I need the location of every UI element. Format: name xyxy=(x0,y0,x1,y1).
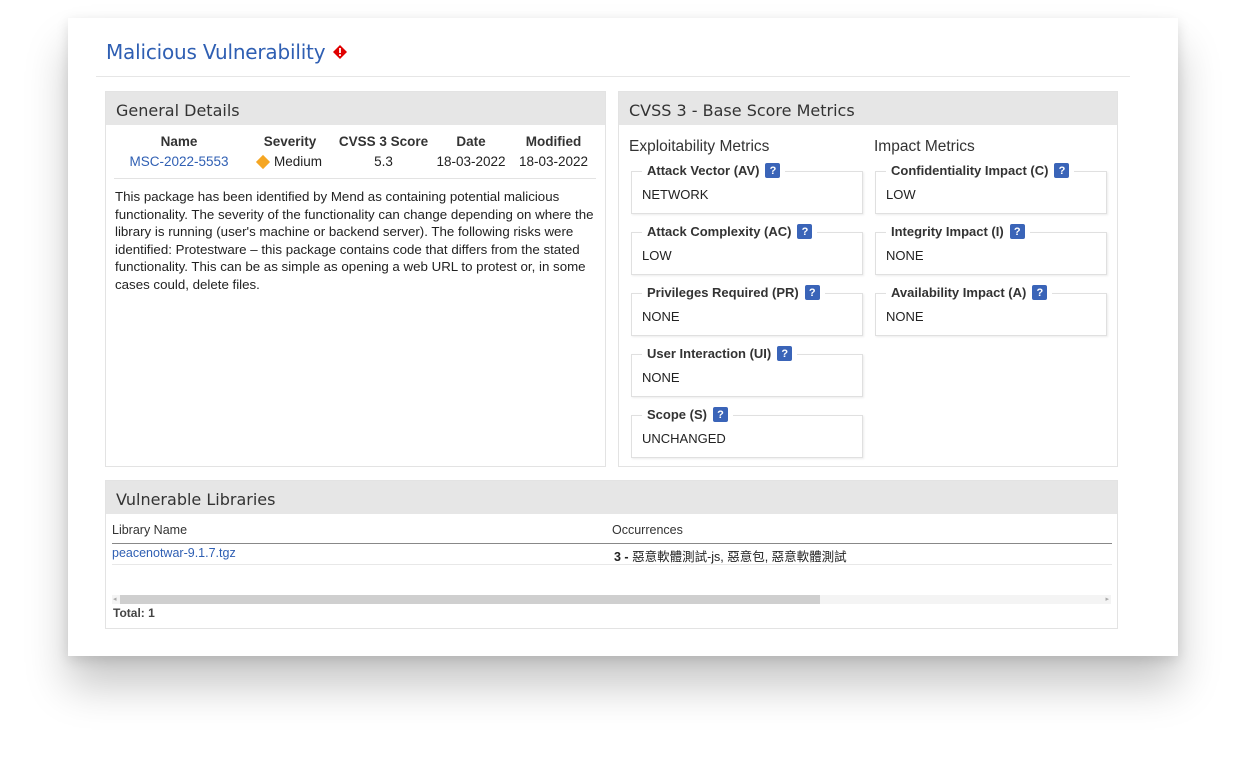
metric-box: Attack Complexity (AC)? LOW xyxy=(631,224,863,275)
metric-label: Scope (S)? xyxy=(642,407,733,422)
details-table: Name Severity CVSS 3 Score Date Modified… xyxy=(114,134,596,179)
exploitability-title: Exploitability Metrics xyxy=(629,138,770,155)
help-icon[interactable]: ? xyxy=(777,346,793,361)
metric-value: NONE xyxy=(642,370,680,385)
metric-box: Privileges Required (PR)? NONE xyxy=(631,285,863,336)
metric-label-text: User Interaction (UI) xyxy=(647,346,772,361)
details-header-row: Name Severity CVSS 3 Score Date Modified xyxy=(114,134,596,149)
metric-box: Confidentiality Impact (C)? LOW xyxy=(875,163,1107,214)
severity-value: Medium xyxy=(273,154,322,169)
help-icon[interactable]: ? xyxy=(712,407,728,422)
table-row: peacenotwar-9.1.7.tgz 3 - 惡意軟體測試-js, 惡意包… xyxy=(112,544,1112,565)
col-library-name[interactable]: Library Name xyxy=(112,523,187,537)
scrollbar-thumb[interactable] xyxy=(120,595,820,604)
metric-label-text: Privileges Required (PR) xyxy=(647,285,799,300)
col-name: Name xyxy=(160,134,198,149)
metric-label: User Interaction (UI)? xyxy=(642,346,798,361)
metric-label-text: Attack Vector (AV) xyxy=(647,163,760,178)
cvss-panel: CVSS 3 - Base Score Metrics Exploitabili… xyxy=(618,91,1118,467)
metric-label: Availability Impact (A)? xyxy=(886,285,1053,300)
title-divider xyxy=(96,76,1130,77)
metric-value: UNCHANGED xyxy=(642,431,726,446)
help-icon[interactable]: ? xyxy=(1009,224,1025,239)
col-cvss-score: CVSS 3 Score xyxy=(338,134,429,149)
occurrences-cell: 3 - 惡意軟體測試-js, 惡意包, 惡意軟體測試 xyxy=(614,546,847,565)
details-value-row: MSC-2022-5553 Medium 5.3 18-03-2022 18-0… xyxy=(114,154,596,179)
cvss-score-value: 5.3 xyxy=(374,154,393,169)
col-modified: Modified xyxy=(525,134,582,149)
scroll-left-icon[interactable]: ◂ xyxy=(113,595,117,604)
metric-box: Scope (S)? UNCHANGED xyxy=(631,407,863,458)
metric-label-text: Integrity Impact (I) xyxy=(891,224,1004,239)
metric-label: Confidentiality Impact (C)? xyxy=(886,163,1075,178)
metric-value: NONE xyxy=(886,248,924,263)
alert-diamond-icon xyxy=(333,45,348,59)
metric-label-text: Confidentiality Impact (C) xyxy=(891,163,1049,178)
metric-value: LOW xyxy=(642,248,672,263)
vulnerability-card: Malicious Vulnerability General Details … xyxy=(68,18,1178,656)
total-count: Total: 1 xyxy=(113,606,155,620)
library-link[interactable]: peacenotwar-9.1.7.tgz xyxy=(112,546,236,560)
title-row: Malicious Vulnerability xyxy=(106,40,348,64)
general-details-panel: General Details Name Severity CVSS 3 Sco… xyxy=(105,91,606,467)
libraries-header-row: Library Name Occurrences xyxy=(112,522,1112,544)
horizontal-scrollbar[interactable]: ◂ ▸ xyxy=(112,595,1111,604)
metric-box: Availability Impact (A)? NONE xyxy=(875,285,1107,336)
help-icon[interactable]: ? xyxy=(1032,285,1048,300)
scroll-right-icon[interactable]: ▸ xyxy=(1105,595,1109,604)
vulnerability-id-link[interactable]: MSC-2022-5553 xyxy=(114,154,244,170)
occurrence-count: 3 - xyxy=(614,550,633,564)
col-severity: Severity xyxy=(263,134,317,149)
help-icon[interactable]: ? xyxy=(797,224,813,239)
metric-box: User Interaction (UI)? NONE xyxy=(631,346,863,397)
page-title: Malicious Vulnerability xyxy=(106,40,326,64)
col-occurrences[interactable]: Occurrences xyxy=(612,523,683,537)
medium-severity-icon xyxy=(255,154,271,169)
help-icon[interactable]: ? xyxy=(765,163,781,178)
date-value: 18-03-2022 xyxy=(436,154,506,169)
cvss-heading: CVSS 3 - Base Score Metrics xyxy=(619,92,1117,125)
metric-box: Attack Vector (AV)? NETWORK xyxy=(631,163,863,214)
metric-label: Integrity Impact (I)? xyxy=(886,224,1030,239)
occurrence-list: 惡意軟體測試-js, 惡意包, 惡意軟體測試 xyxy=(632,550,847,564)
metric-label: Privileges Required (PR)? xyxy=(642,285,825,300)
metric-label-text: Scope (S) xyxy=(647,407,707,422)
impact-title: Impact Metrics xyxy=(874,138,975,155)
metric-label-text: Attack Complexity (AC) xyxy=(647,224,792,239)
metric-label: Attack Vector (AV)? xyxy=(642,163,786,178)
vulnerable-libraries-panel: Vulnerable Libraries Library Name Occurr… xyxy=(105,480,1118,629)
general-details-heading: General Details xyxy=(106,92,605,125)
help-icon[interactable]: ? xyxy=(1054,163,1070,178)
metric-value: NETWORK xyxy=(642,187,709,202)
metric-label: Attack Complexity (AC)? xyxy=(642,224,818,239)
vulnerability-description: This package has been identified by Mend… xyxy=(115,189,594,292)
metric-value: NONE xyxy=(642,309,680,324)
vulnerable-libraries-heading: Vulnerable Libraries xyxy=(106,481,1117,514)
modified-value: 18-03-2022 xyxy=(518,154,589,169)
metric-label-text: Availability Impact (A) xyxy=(891,285,1027,300)
metric-value: LOW xyxy=(886,187,916,202)
col-date: Date xyxy=(456,134,486,149)
metric-box: Integrity Impact (I)? NONE xyxy=(875,224,1107,275)
metric-value: NONE xyxy=(886,309,924,324)
severity-cell: Medium xyxy=(244,154,336,170)
help-icon[interactable]: ? xyxy=(804,285,820,300)
